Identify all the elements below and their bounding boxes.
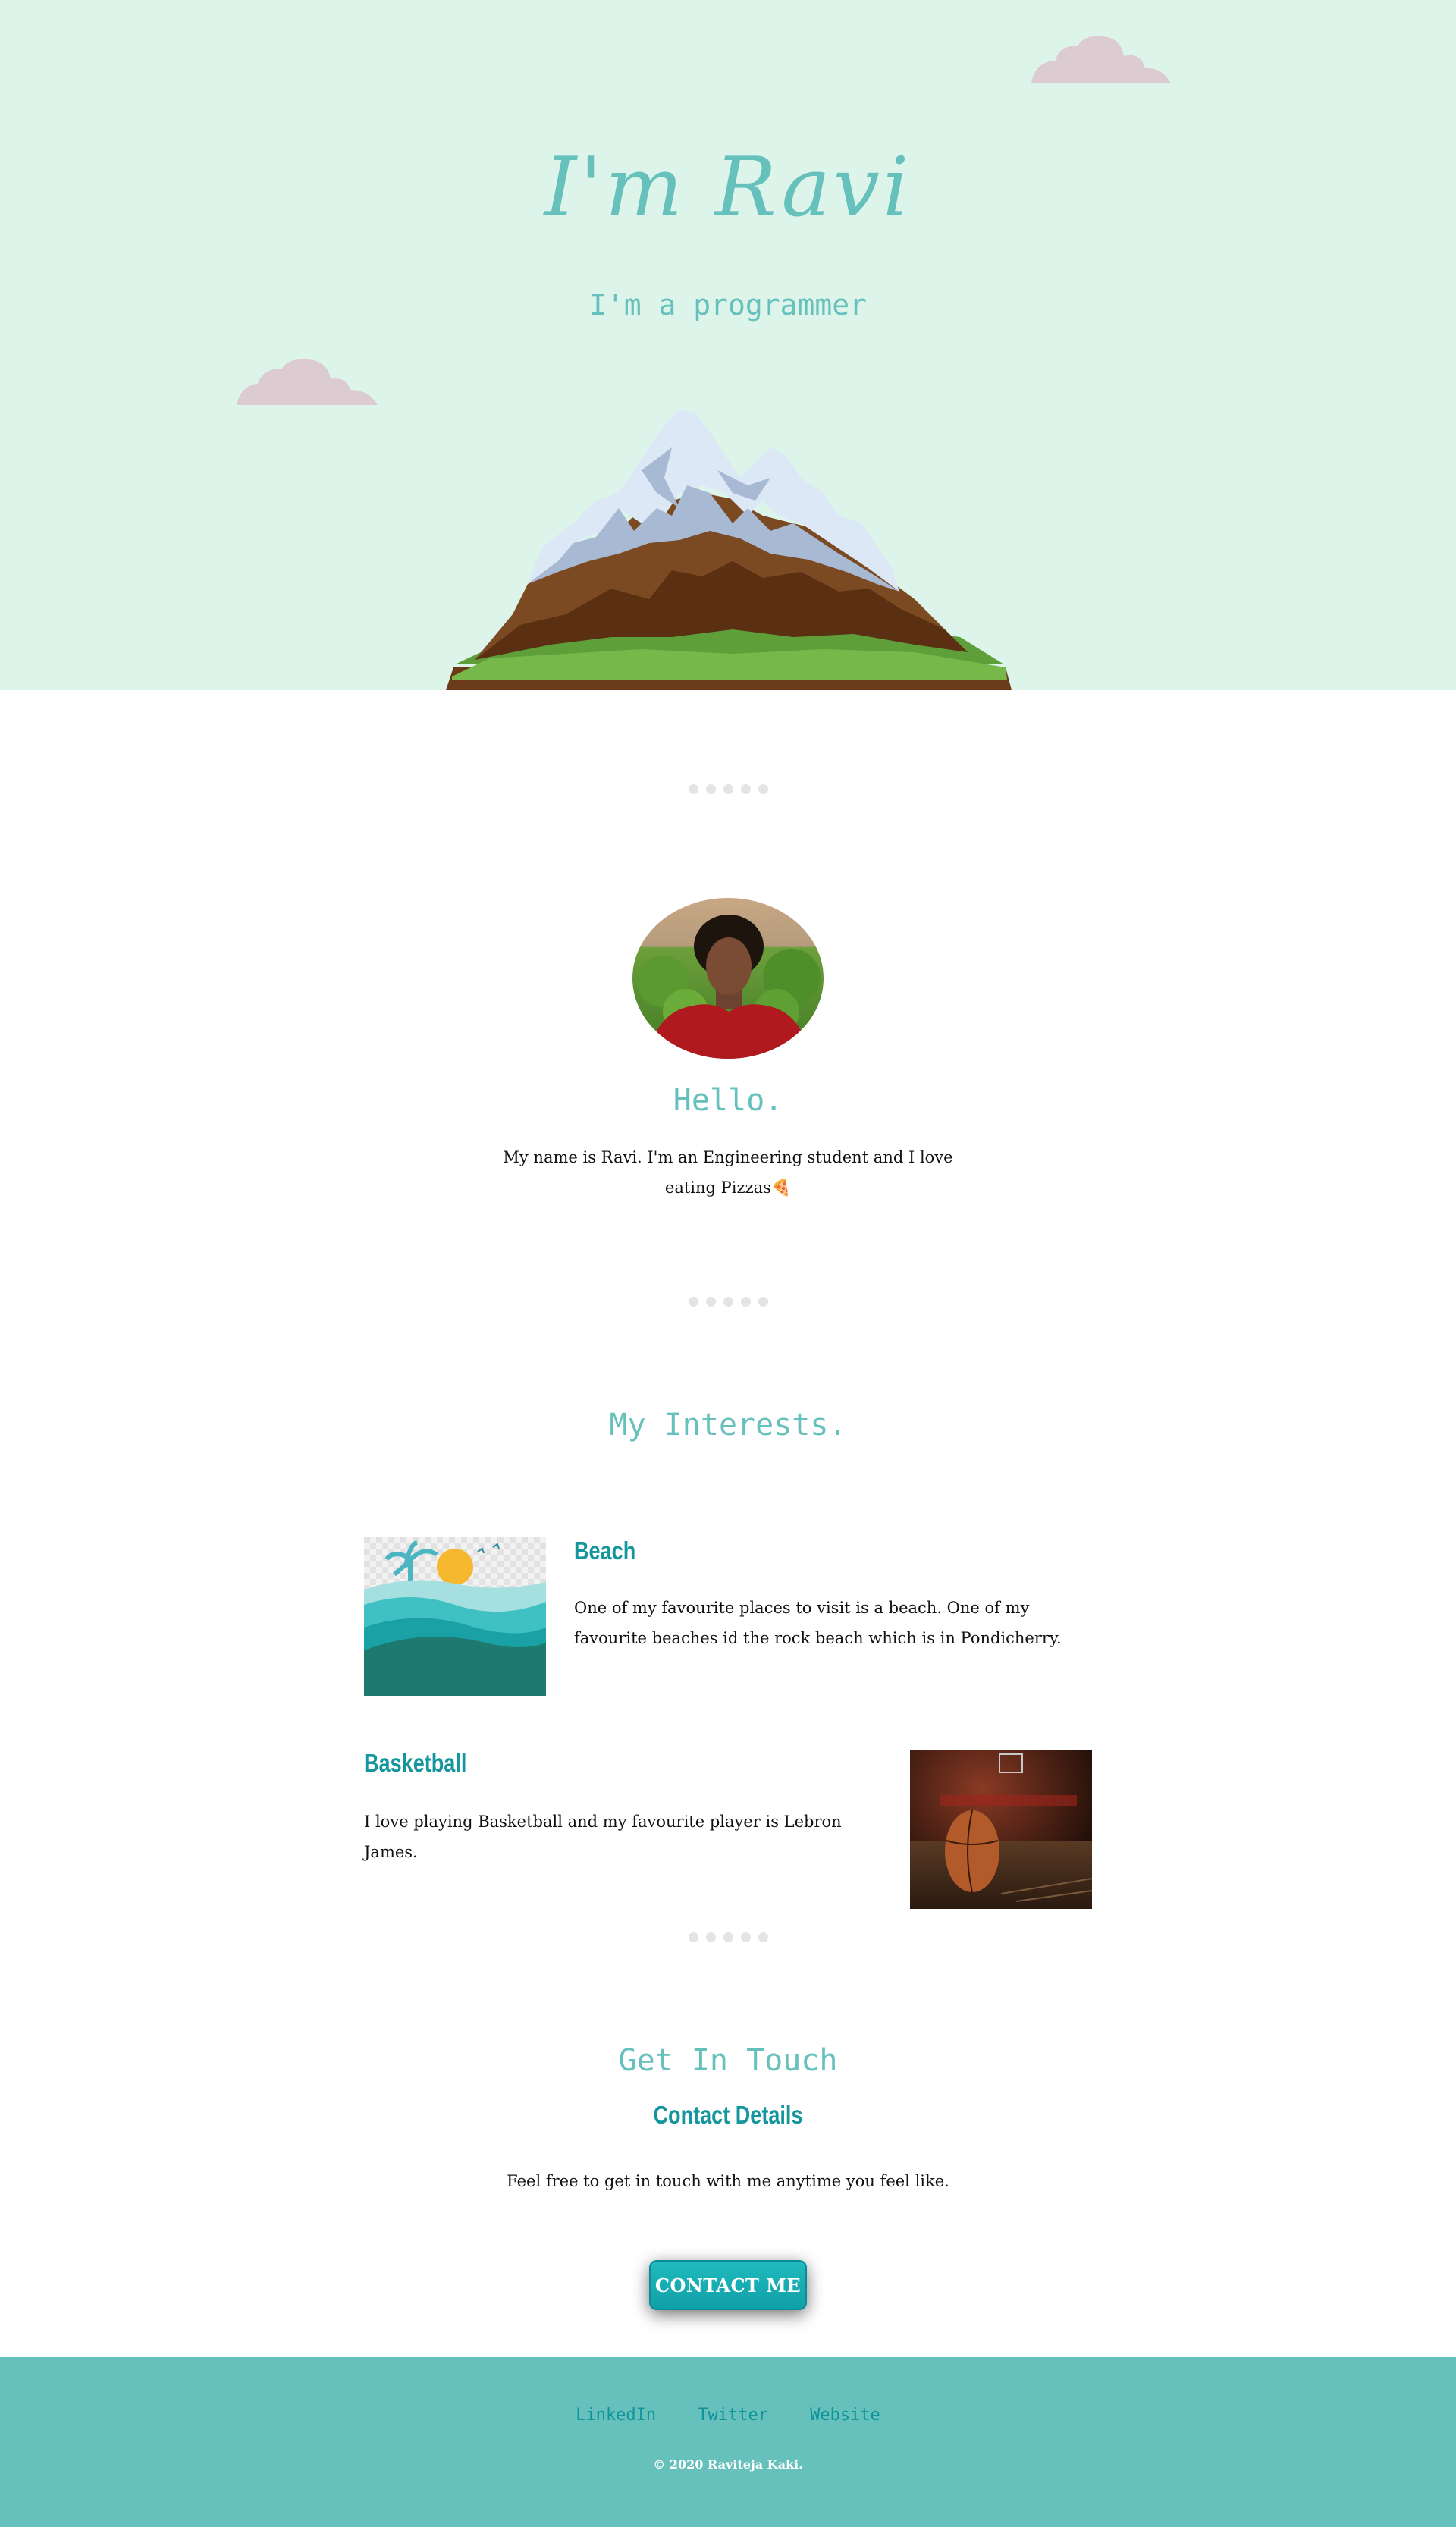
footer-link-website[interactable]: Website bbox=[810, 2406, 880, 2425]
divider-dots bbox=[0, 783, 1456, 797]
hero-title: I'm Ravi bbox=[544, 140, 912, 235]
hero-section: I'm Ravi I'm a programmer bbox=[0, 0, 1456, 690]
interest-title-basketball: Basketball bbox=[364, 1749, 467, 1777]
beach-image bbox=[364, 1537, 546, 1696]
greeting-heading: Hello. bbox=[673, 1083, 783, 1118]
get-in-touch-heading: Get In Touch bbox=[618, 2043, 838, 2078]
interest-title-beach: Beach bbox=[574, 1537, 636, 1565]
avatar bbox=[632, 898, 824, 1059]
divider-dots bbox=[0, 1295, 1456, 1310]
hero-subtitle: I'm a programmer bbox=[588, 288, 868, 322]
contact-details-heading: Contact Details bbox=[653, 2101, 803, 2129]
footer-links: LinkedIn Twitter Website bbox=[0, 2406, 1456, 2425]
profile-photo bbox=[632, 898, 824, 1059]
cloud-icon bbox=[237, 359, 378, 405]
mountain-illustration bbox=[446, 410, 1012, 690]
cloud-icon bbox=[1031, 36, 1171, 83]
footer-link-linkedin[interactable]: LinkedIn bbox=[576, 2406, 656, 2425]
interests-heading: My Interests. bbox=[609, 1408, 847, 1442]
intro-text: My name is Ravi. I'm an Engineering stud… bbox=[500, 1142, 956, 1203]
pizza-icon: 🍕 bbox=[770, 1179, 792, 1197]
contact-text: Feel free to get in touch with me anytim… bbox=[507, 2172, 949, 2190]
contact-me-button[interactable]: CONTACT ME bbox=[649, 2260, 807, 2310]
basketball-image bbox=[910, 1750, 1092, 1909]
copyright-text: © 2020 Raviteja Kaki. bbox=[653, 2457, 803, 2472]
footer-link-twitter[interactable]: Twitter bbox=[698, 2406, 768, 2425]
interest-text-beach: One of my favourite places to visit is a… bbox=[574, 1599, 1062, 1647]
footer: LinkedIn Twitter Website © 2020 Raviteja… bbox=[0, 2357, 1456, 2527]
divider-dots bbox=[0, 1931, 1456, 1945]
intro-text-body: My name is Ravi. I'm an Engineering stud… bbox=[503, 1148, 953, 1197]
interest-text-basketball: I love playing Basketball and my favouri… bbox=[364, 1813, 842, 1861]
